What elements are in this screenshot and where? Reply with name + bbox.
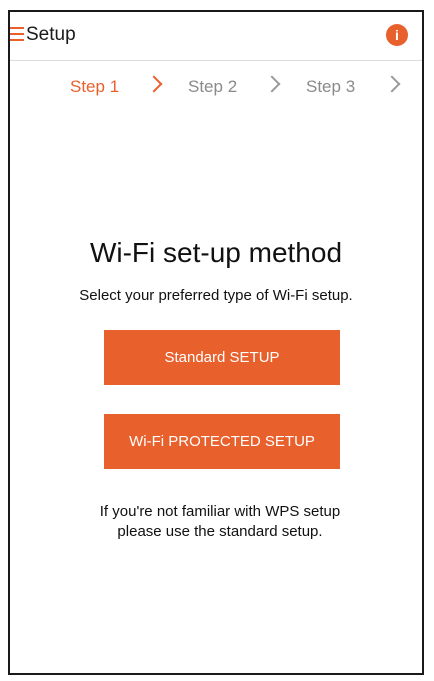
- step-3[interactable]: Step 3: [306, 77, 355, 97]
- step-2[interactable]: Step 2: [188, 77, 237, 97]
- chevron-right-icon: [383, 75, 401, 93]
- step-1[interactable]: Step 1: [70, 77, 119, 97]
- app-title: Setup: [26, 24, 76, 45]
- app-bar: Setup i: [10, 12, 422, 61]
- app-screen: Setup i Step 1 Step 2 Step 3 Wi-Fi set-u…: [8, 10, 424, 675]
- wps-setup-button[interactable]: Wi-Fi PROTECTED SETUP: [104, 414, 340, 469]
- hamburger-menu-icon[interactable]: [10, 27, 24, 41]
- wps-help-note: If you're not familiar with WPS setup pl…: [99, 503, 341, 540]
- step-indicator: Step 1 Step 2 Step 3: [10, 72, 422, 102]
- chevron-right-icon: [145, 75, 163, 93]
- info-icon[interactable]: i: [386, 24, 408, 46]
- page-title: Wi-Fi set-up method: [89, 237, 343, 268]
- page-subtitle: Select your preferred type of Wi-Fi setu…: [79, 287, 353, 304]
- chevron-right-icon: [263, 75, 281, 93]
- standard-setup-button[interactable]: Standard SETUP: [104, 330, 340, 385]
